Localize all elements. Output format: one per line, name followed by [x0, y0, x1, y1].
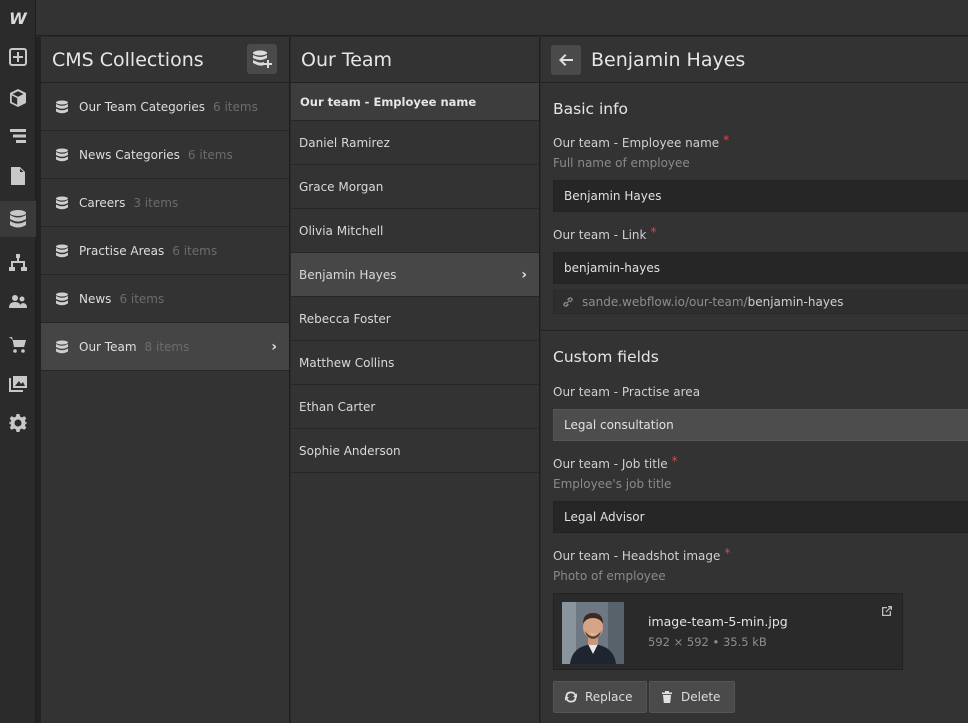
cms-collections-panel: CMS Collections Our Team Categories 6 it…	[41, 37, 290, 723]
logic-icon[interactable]	[0, 245, 36, 281]
team-items-panel: Our Team Our team - Employee name Daniel…	[291, 37, 540, 723]
link-label: Our team - Link *	[553, 225, 657, 242]
top-bar	[0, 0, 968, 36]
back-button[interactable]	[551, 44, 581, 75]
cms-database-icon[interactable]	[0, 201, 36, 237]
team-item-rebecca-foster[interactable]: Rebecca Foster	[291, 297, 539, 341]
team-list-header: Our Team	[291, 37, 539, 83]
team-item-daniel-ramirez[interactable]: Daniel Ramirez	[291, 121, 539, 165]
collection-count: 6 items	[172, 243, 218, 258]
collection-name: Our Team Categories	[79, 99, 206, 114]
collection-item-news-categories[interactable]: News Categories 6 items	[41, 131, 289, 179]
item-editor-panel: Benjamin Hayes Basic info Our team - Emp…	[541, 37, 968, 723]
headshot-image-card[interactable]: image-team-5-min.jpg 592 × 592 • 35.5 kB	[553, 593, 903, 670]
webflow-logo[interactable]: W	[0, 0, 36, 36]
left-rail	[0, 37, 36, 723]
required-mark: *	[671, 454, 678, 468]
practise-area-label: Our team - Practise area	[553, 385, 701, 399]
link-slug-input[interactable]: benjamin-hayes	[553, 252, 968, 284]
collections-title: CMS Collections	[52, 48, 204, 71]
arrow-left-icon	[559, 53, 573, 66]
database-icon	[55, 292, 69, 306]
database-icon	[55, 244, 69, 258]
column-header-employee-name[interactable]: Our team - Employee name	[291, 83, 539, 121]
editor-title: Benjamin Hayes	[591, 48, 746, 71]
chevron-right-icon: ›	[521, 266, 527, 283]
collection-count: 6 items	[213, 99, 258, 114]
replace-image-button[interactable]: Replace	[553, 681, 648, 713]
link-icon	[563, 297, 573, 307]
trash-icon	[662, 691, 672, 703]
item-url-preview[interactable]: sande.webflow.io/our-team/benjamin-hayes	[553, 290, 968, 314]
database-icon	[55, 148, 69, 162]
collection-name: Careers	[79, 195, 126, 210]
collection-count: 6 items	[119, 291, 165, 306]
headshot-thumbnail[interactable]	[562, 602, 624, 664]
team-item-benjamin-hayes[interactable]: Benjamin Hayes ›	[291, 253, 539, 297]
delete-image-button[interactable]: Delete	[649, 681, 736, 713]
editor-header: Benjamin Hayes	[541, 37, 968, 83]
collections-header: CMS Collections	[41, 37, 289, 83]
collections-list: Our Team Categories 6 items News Categor…	[41, 83, 289, 371]
collection-count: 3 items	[133, 195, 179, 210]
required-mark: *	[724, 546, 731, 560]
employee-name-help: Full name of employee	[553, 156, 690, 170]
collection-name: News	[79, 291, 112, 306]
team-item-olivia-mitchell[interactable]: Olivia Mitchell	[291, 209, 539, 253]
collection-count: 8 items	[144, 339, 190, 354]
navigator-icon[interactable]	[0, 118, 36, 154]
collection-item-news[interactable]: News 6 items	[41, 275, 289, 323]
team-item-label: Benjamin Hayes	[299, 267, 397, 282]
section-divider	[541, 330, 968, 331]
database-icon	[55, 340, 69, 354]
collection-name: News Categories	[79, 147, 180, 162]
practise-area-select[interactable]: Legal consultation	[553, 409, 968, 441]
section-custom-fields: Custom fields	[553, 348, 659, 366]
job-title-help: Employee's job title	[553, 477, 672, 491]
team-item-sophie-anderson[interactable]: Sophie Anderson	[291, 429, 539, 473]
collection-item-careers[interactable]: Careers 3 items	[41, 179, 289, 227]
image-file-name: image-team-5-min.jpg	[648, 614, 788, 629]
job-title-input[interactable]: Legal Advisor	[553, 501, 968, 533]
database-add-icon	[253, 50, 272, 68]
team-item-matthew-collins[interactable]: Matthew Collins	[291, 341, 539, 385]
database-icon	[55, 196, 69, 210]
users-icon[interactable]	[0, 284, 36, 320]
chevron-right-icon: ›	[271, 338, 277, 355]
open-external-icon[interactable]	[881, 602, 893, 616]
pages-icon[interactable]	[0, 158, 36, 194]
collection-count: 6 items	[187, 147, 233, 162]
collection-item-our-team-categories[interactable]: Our Team Categories 6 items	[41, 83, 289, 131]
image-file-meta: 592 × 592 • 35.5 kB	[648, 635, 767, 649]
ecommerce-cart-icon[interactable]	[0, 327, 36, 363]
team-list-title: Our Team	[301, 48, 393, 71]
url-prefix: sande.webflow.io/our-team/	[582, 295, 748, 309]
headshot-image-label: Our team - Headshot image *	[553, 546, 731, 563]
required-mark: *	[723, 133, 730, 147]
collection-item-our-team[interactable]: Our Team 8 items ›	[41, 323, 289, 371]
assets-icon[interactable]	[0, 366, 36, 402]
collection-name: Practise Areas	[79, 243, 165, 258]
job-title-label: Our team - Job title *	[553, 454, 678, 471]
add-icon[interactable]	[0, 39, 36, 75]
team-item-ethan-carter[interactable]: Ethan Carter	[291, 385, 539, 429]
required-mark: *	[650, 225, 657, 239]
settings-gear-icon[interactable]	[0, 405, 36, 441]
section-basic-info: Basic info	[553, 100, 629, 118]
url-slug: benjamin-hayes	[747, 295, 844, 309]
collection-name: Our Team	[79, 339, 137, 354]
database-icon	[55, 100, 69, 114]
team-item-grace-morgan[interactable]: Grace Morgan	[291, 165, 539, 209]
cube-icon[interactable]	[0, 80, 36, 116]
add-collection-button[interactable]	[247, 44, 277, 74]
refresh-icon	[565, 691, 577, 703]
headshot-image-help: Photo of employee	[553, 569, 666, 583]
employee-name-input[interactable]: Benjamin Hayes	[553, 180, 968, 212]
employee-name-label: Our team - Employee name *	[553, 133, 730, 150]
collection-item-practise-areas[interactable]: Practise Areas 6 items	[41, 227, 289, 275]
